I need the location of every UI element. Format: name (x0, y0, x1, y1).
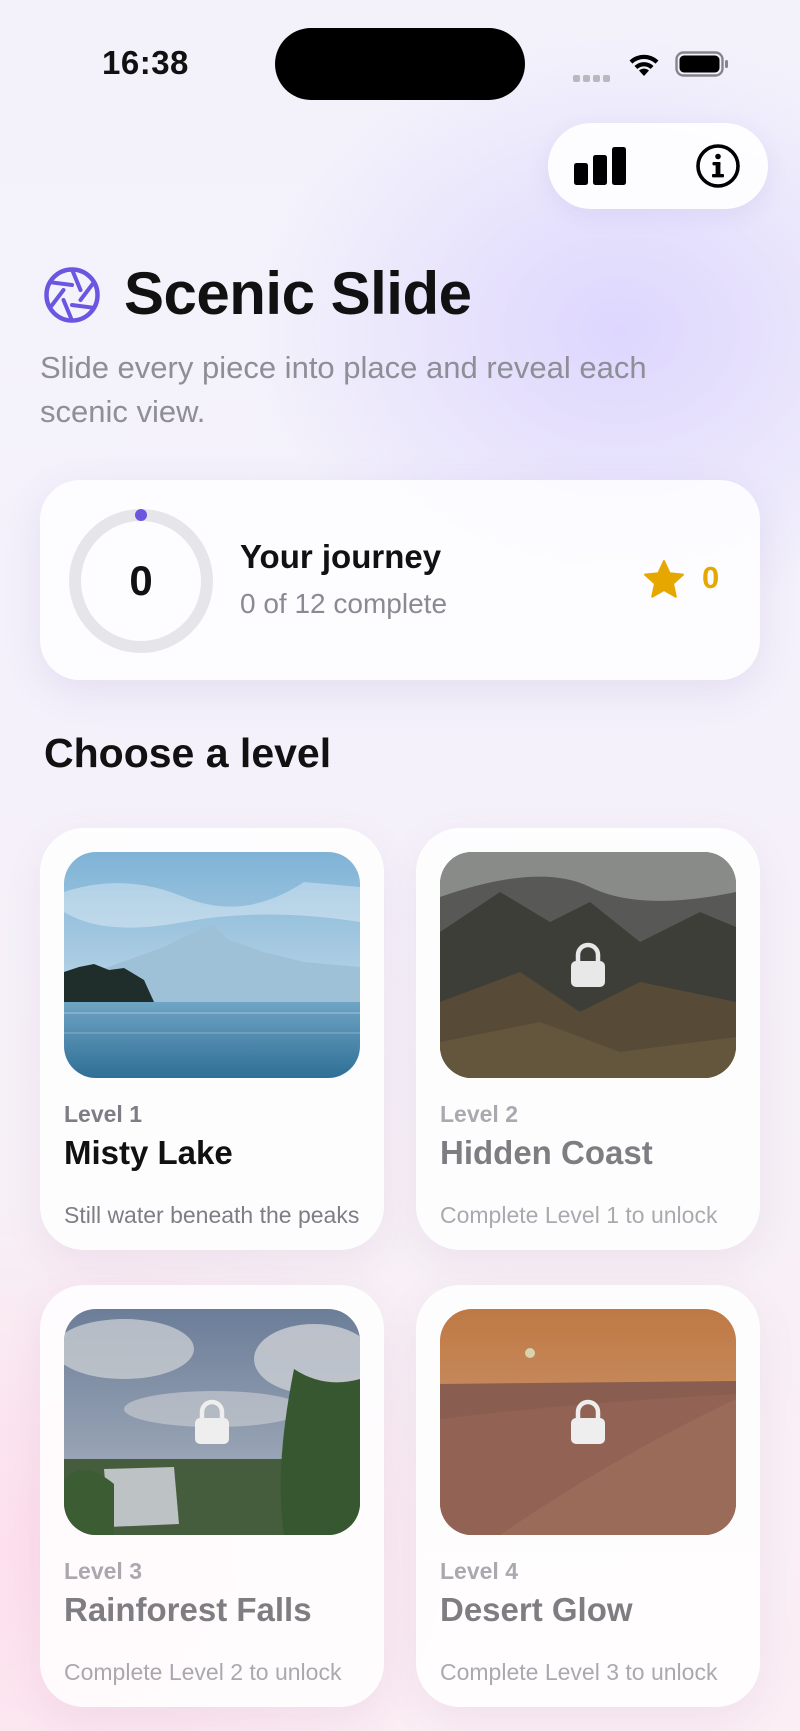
level-card-2[interactable]: Level 2 Hidden Coast Complete Level 1 to… (416, 828, 760, 1250)
level-number: Level 3 (64, 1558, 142, 1584)
level-thumbnail (440, 1309, 736, 1535)
info-button[interactable] (688, 141, 748, 191)
level-description: Complete Level 1 to unlock (440, 1202, 718, 1228)
level-card-3[interactable]: Level 3 Rainforest Falls Complete Level … (40, 1285, 384, 1707)
level-description: Complete Level 2 to unlock (64, 1659, 342, 1685)
journey-progress-text: 0 of 12 complete (240, 588, 448, 619)
stats-button[interactable] (570, 141, 630, 191)
level-number: Level 1 (64, 1101, 142, 1127)
status-bar: 16:38 (0, 0, 800, 130)
section-title: Choose a level (44, 730, 332, 776)
level-thumbnail (64, 852, 360, 1078)
level-description: Complete Level 3 to unlock (440, 1659, 718, 1685)
dynamic-island (275, 28, 525, 100)
level-thumbnail (440, 852, 736, 1078)
level-name: Hidden Coast (440, 1134, 653, 1171)
page-title: Scenic Slide (124, 260, 472, 327)
info-icon (696, 144, 740, 188)
progress-value: 0 (129, 557, 153, 604)
level-name: Desert Glow (440, 1591, 633, 1628)
level-card-4[interactable]: Level 4 Desert Glow Complete Level 3 to … (416, 1285, 760, 1707)
level-number: Level 2 (440, 1101, 518, 1127)
star-icon (644, 560, 684, 598)
level-thumbnail (64, 1309, 360, 1535)
top-actions (548, 123, 768, 209)
lock-icon (571, 942, 605, 987)
level-card-1[interactable]: Level 1 Misty Lake Still water beneath t… (40, 828, 384, 1250)
journey-card: 0 Your journey 0 of 12 complete 0 (40, 480, 760, 680)
bar-chart-icon (574, 147, 626, 185)
star-count: 0 (702, 560, 720, 595)
page-subtitle: Slide every piece into place and reveal … (40, 350, 647, 429)
level-description: Still water beneath the peaks (64, 1202, 360, 1228)
battery-icon (675, 51, 728, 77)
level-name: Rainforest Falls (64, 1591, 312, 1628)
lock-icon (571, 1399, 605, 1444)
journey-title: Your journey (240, 538, 442, 575)
lock-icon (195, 1399, 229, 1444)
wifi-icon (629, 54, 659, 76)
aperture-icon (44, 267, 100, 323)
cellular-signal-icon (573, 69, 613, 82)
level-number: Level 4 (440, 1558, 518, 1584)
status-time: 16:38 (102, 44, 189, 81)
level-name: Misty Lake (64, 1134, 233, 1171)
